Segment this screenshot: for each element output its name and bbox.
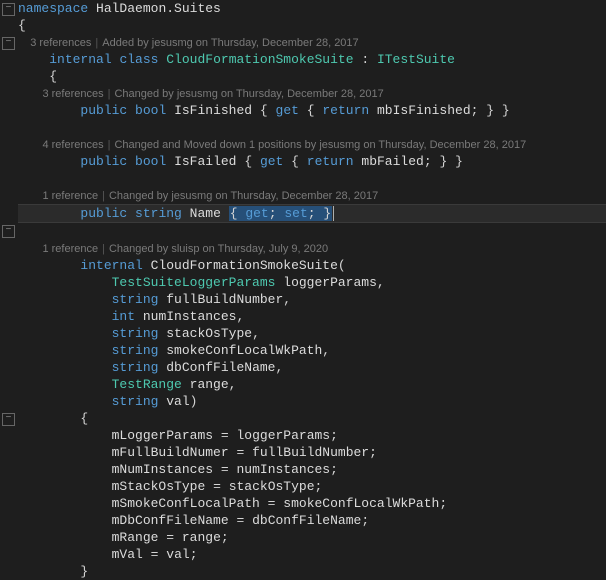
fold-toggle[interactable]: − bbox=[2, 413, 15, 426]
code-line[interactable]: mRange = range; bbox=[18, 529, 606, 546]
code-line[interactable]: internal CloudFormationSmokeSuite( bbox=[18, 257, 606, 274]
code-line[interactable]: mDbConfFileName = dbConfFileName; bbox=[18, 512, 606, 529]
code-line[interactable]: TestRange range, bbox=[18, 376, 606, 393]
code-line[interactable] bbox=[18, 119, 606, 136]
code-line[interactable]: mLoggerParams = loggerParams; bbox=[18, 427, 606, 444]
fold-toggle[interactable]: − bbox=[2, 225, 15, 238]
code-line[interactable] bbox=[18, 170, 606, 187]
code-line[interactable]: { bbox=[18, 410, 606, 427]
code-line[interactable]: string val) bbox=[18, 393, 606, 410]
code-line[interactable]: mVal = val; bbox=[18, 546, 606, 563]
code-line[interactable]: string stackOsType, bbox=[18, 325, 606, 342]
code-line[interactable]: public bool IsFinished { get { return mb… bbox=[18, 102, 606, 119]
code-line[interactable]: public bool IsFailed { get { return mbFa… bbox=[18, 153, 606, 170]
text-cursor bbox=[333, 206, 334, 221]
code-line[interactable]: { bbox=[18, 17, 606, 34]
code-line[interactable]: namespace HalDaemon.Suites bbox=[18, 0, 606, 17]
code-line[interactable]: } bbox=[18, 563, 606, 580]
code-line[interactable]: mStackOsType = stackOsType; bbox=[18, 478, 606, 495]
codelens[interactable]: 1 reference|Changed by sluisp on Thursda… bbox=[18, 240, 606, 257]
codelens[interactable]: 3 references|Changed by jesusmg on Thurs… bbox=[18, 85, 606, 102]
fold-toggle[interactable]: − bbox=[2, 3, 15, 16]
code-line[interactable]: string dbConfFileName, bbox=[18, 359, 606, 376]
code-line[interactable]: int numInstances, bbox=[18, 308, 606, 325]
code-line[interactable]: { bbox=[18, 68, 606, 85]
code-line[interactable] bbox=[18, 223, 606, 240]
codelens[interactable]: 1 reference|Changed by jesusmg on Thursd… bbox=[18, 187, 606, 204]
codelens[interactable]: 4 references|Changed and Moved down 1 po… bbox=[18, 136, 606, 153]
code-line[interactable]: mSmokeConfLocalPath = smokeConfLocalWkPa… bbox=[18, 495, 606, 512]
code-line[interactable]: string fullBuildNumber, bbox=[18, 291, 606, 308]
current-line[interactable]: public string Name { get; set; } bbox=[18, 204, 606, 223]
codelens[interactable]: 3 references|Added by jesusmg on Thursda… bbox=[18, 34, 606, 51]
code-line[interactable]: mNumInstances = numInstances; bbox=[18, 461, 606, 478]
code-line[interactable]: mFullBuildNumer = fullBuildNumber; bbox=[18, 444, 606, 461]
fold-toggle[interactable]: − bbox=[2, 37, 15, 50]
code-line[interactable]: TestSuiteLoggerParams loggerParams, bbox=[18, 274, 606, 291]
code-editor[interactable]: − − − − namespace HalDaemon.Suites { 3 r… bbox=[0, 0, 606, 580]
code-line[interactable]: internal class CloudFormationSmokeSuite … bbox=[18, 51, 606, 68]
code-line[interactable]: string smokeConfLocalWkPath, bbox=[18, 342, 606, 359]
fold-gutter: − − − − bbox=[0, 0, 16, 580]
